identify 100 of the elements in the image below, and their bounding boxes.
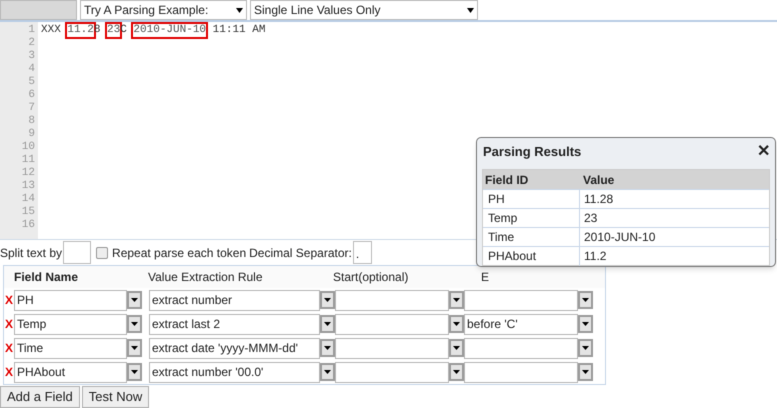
split-field[interactable] xyxy=(63,241,92,264)
mode-select[interactable]: Single Line Values Only xyxy=(250,0,478,20)
close-button[interactable]: ✕ xyxy=(757,144,770,160)
line-number: 11 xyxy=(20,154,36,167)
dropdown-button[interactable] xyxy=(449,339,464,357)
line-number: 16 xyxy=(20,219,36,232)
dropdown-button[interactable] xyxy=(449,363,464,381)
highlighted-token: 11.2 xyxy=(67,24,94,37)
combo-field[interactable]: Temp xyxy=(14,314,127,334)
dropdown-button[interactable] xyxy=(127,339,142,357)
dropdown-button[interactable] xyxy=(320,339,335,357)
delete-button[interactable]: X xyxy=(4,315,14,333)
action-button[interactable]: Add a Field xyxy=(0,386,80,408)
combo-field[interactable] xyxy=(464,338,578,358)
highlighted-token: 23 xyxy=(107,24,120,37)
caret-icon xyxy=(131,346,138,350)
repeat-checkbox[interactable] xyxy=(96,246,108,258)
delete-button[interactable]: X xyxy=(4,363,14,381)
table-cell: PHAbout xyxy=(483,246,580,266)
caret-icon xyxy=(131,322,138,326)
dropdown-button[interactable] xyxy=(578,363,593,381)
caret-icon xyxy=(324,298,331,302)
line-number: 10 xyxy=(20,141,36,154)
caret-icon xyxy=(453,346,460,350)
combo-field[interactable] xyxy=(464,362,578,382)
line-number: 9 xyxy=(27,128,36,141)
caret-icon xyxy=(236,8,243,12)
column-header: Field ID xyxy=(484,172,530,188)
line-number: 13 xyxy=(20,180,36,193)
example-select[interactable]: Try A Parsing Example: xyxy=(80,0,247,20)
repeat-label: Repeat parse each token xyxy=(112,244,246,262)
line-number: 3 xyxy=(27,50,36,63)
dropdown-button[interactable] xyxy=(127,363,142,381)
caret-icon xyxy=(582,298,589,302)
caret-icon xyxy=(453,370,460,374)
dropdown-button[interactable] xyxy=(320,291,335,309)
caret-icon xyxy=(324,346,331,350)
split-label: Split text by xyxy=(0,244,62,262)
line-number: 7 xyxy=(27,102,36,115)
decimal-label: Decimal Separator: xyxy=(249,244,352,262)
decimal-field[interactable]: . xyxy=(352,241,372,264)
combo-field[interactable] xyxy=(335,362,449,382)
line-number: 4 xyxy=(27,63,36,76)
caret-icon xyxy=(467,8,474,12)
combo-field[interactable]: PHAbout xyxy=(14,362,127,382)
dropdown-button[interactable] xyxy=(449,315,464,333)
combo-field[interactable] xyxy=(464,290,578,310)
column-header: E xyxy=(480,269,490,286)
caret-icon xyxy=(582,370,589,374)
caret-icon xyxy=(453,298,460,302)
column-header: Value xyxy=(582,172,614,188)
caret-icon xyxy=(582,346,589,350)
combo-field[interactable]: extract date 'yyyy-MMM-dd' xyxy=(149,338,320,358)
caret-icon xyxy=(131,370,138,374)
line-number: 12 xyxy=(20,167,36,180)
table-cell: Temp xyxy=(483,208,580,228)
caret-icon xyxy=(324,370,331,374)
line-number: 6 xyxy=(27,89,36,102)
combo-field[interactable]: extract number xyxy=(149,290,320,310)
table-cell-text: 11.28 xyxy=(583,191,614,208)
combo-field[interactable]: Time xyxy=(14,338,127,358)
column-header: Start(optional) xyxy=(332,269,410,286)
column-header: Field Name xyxy=(13,269,80,286)
combo-field[interactable] xyxy=(335,290,449,310)
dropdown-button[interactable] xyxy=(449,291,464,309)
caret-icon xyxy=(453,322,460,326)
combo-field[interactable] xyxy=(335,314,449,334)
delete-button[interactable]: X xyxy=(4,291,14,309)
dropdown-button[interactable] xyxy=(320,363,335,381)
caret-icon xyxy=(324,322,331,326)
delete-button[interactable]: X xyxy=(4,339,14,357)
dropdown-button[interactable] xyxy=(578,315,593,333)
dropdown-button[interactable] xyxy=(127,291,142,309)
table-cell-text: 23 xyxy=(583,210,598,227)
column-header: Value Extraction Rule xyxy=(147,269,264,286)
dropdown-button[interactable] xyxy=(578,291,593,309)
table-cell: Time xyxy=(483,228,580,246)
combo-field[interactable]: extract last 2 xyxy=(149,314,320,334)
combo-field[interactable] xyxy=(335,338,449,358)
line-number: 2 xyxy=(27,37,36,50)
line-number: 14 xyxy=(20,193,36,206)
line-number: 8 xyxy=(27,115,36,128)
line-number: 1 xyxy=(27,24,36,37)
combo-field[interactable]: PH xyxy=(14,290,127,310)
code-text: 11:11 AM xyxy=(212,24,266,37)
dropdown-button[interactable] xyxy=(127,315,142,333)
line-number: 15 xyxy=(20,206,36,219)
combo-field[interactable]: extract number '00.0' xyxy=(149,362,320,382)
combo-field[interactable]: before 'C' xyxy=(464,314,578,334)
caret-icon xyxy=(131,298,138,302)
code-text: XXX xyxy=(41,24,62,37)
caret-icon xyxy=(582,322,589,326)
table-cell-text: 11.2 xyxy=(583,248,606,265)
dialog-title: Parsing Results xyxy=(483,143,582,162)
table-cell: PH xyxy=(483,190,580,208)
highlighted-token: 2010-JUN-10 xyxy=(133,24,206,37)
dropdown-button[interactable] xyxy=(578,339,593,357)
line-number: 5 xyxy=(27,76,36,89)
action-button[interactable]: Test Now xyxy=(82,386,150,408)
dropdown-button[interactable] xyxy=(320,315,335,333)
